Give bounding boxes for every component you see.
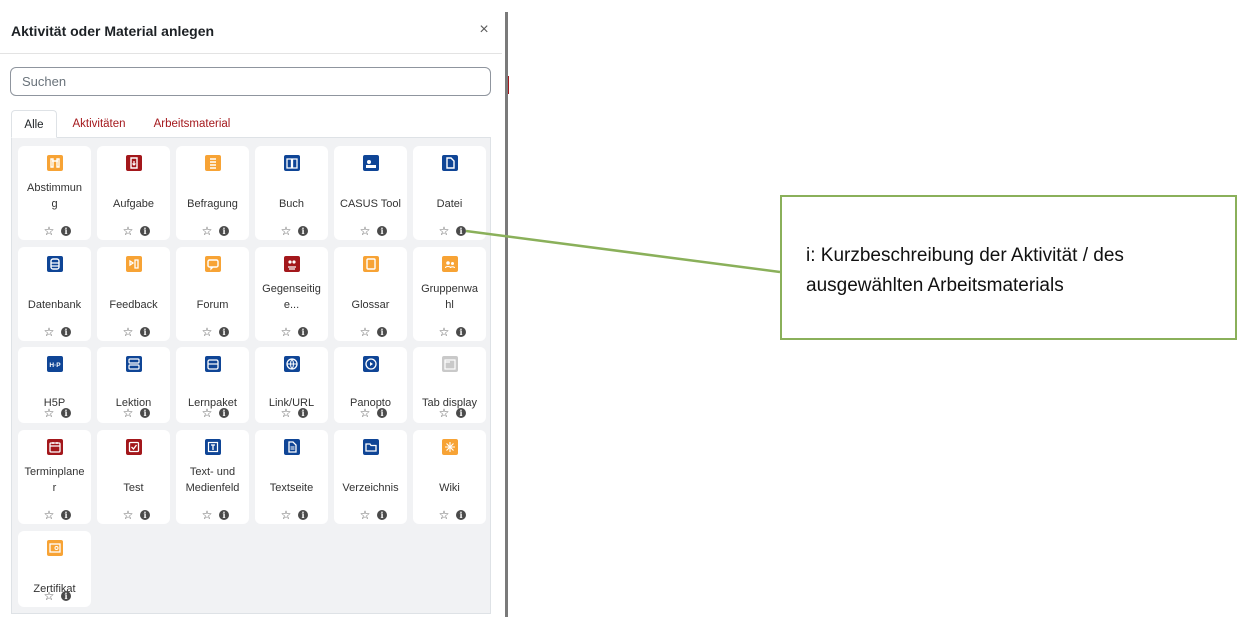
info-callout: i: Kurzbeschreibung der Aktivität / des … bbox=[780, 195, 1237, 340]
callout-text: i: Kurzbeschreibung der Aktivität / des … bbox=[806, 245, 1124, 296]
